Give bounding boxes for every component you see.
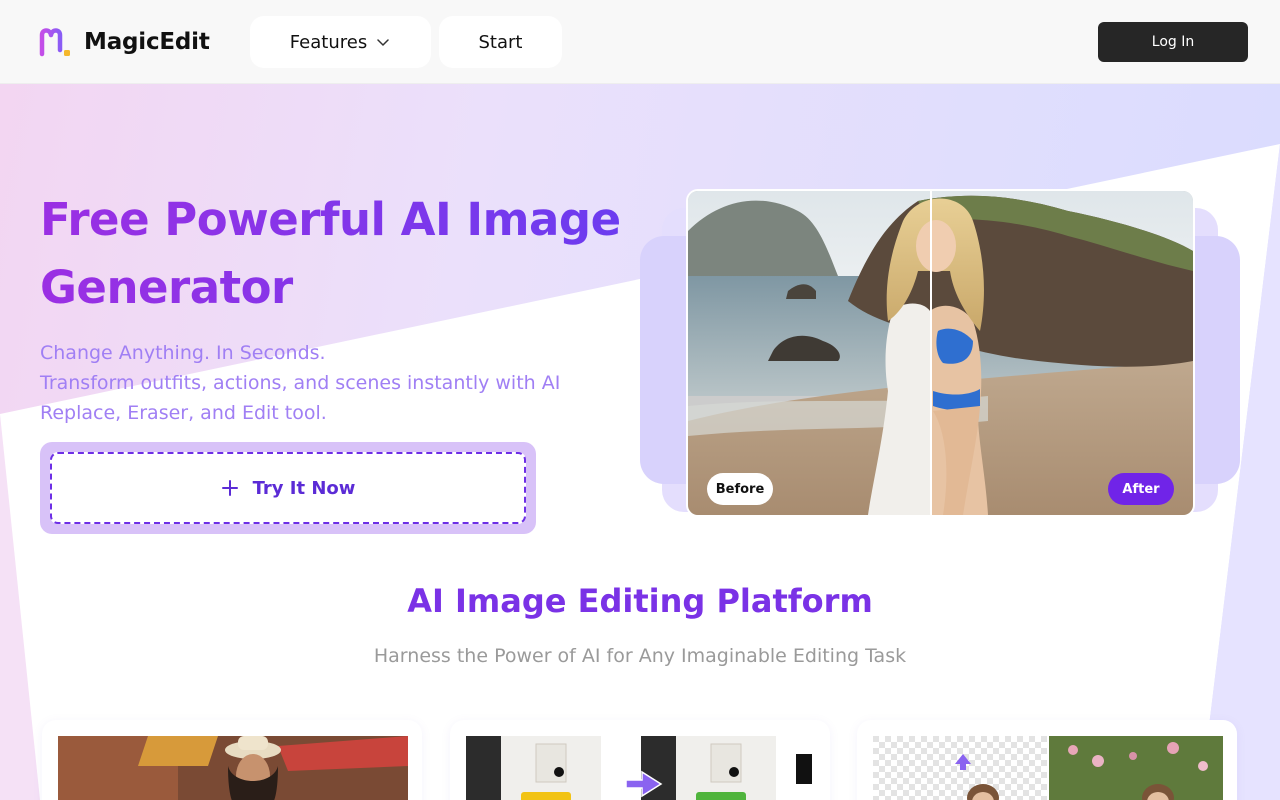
feature-card-replace[interactable] bbox=[42, 720, 422, 800]
feature-card-eraser[interactable] bbox=[857, 720, 1237, 800]
hero-subtitle-line-2: Transform outfits, actions, and scenes i… bbox=[40, 372, 561, 394]
brand-logo[interactable]: MagicEdit bbox=[38, 26, 210, 58]
nav-start-link[interactable]: Start bbox=[439, 16, 562, 68]
before-label: Before bbox=[707, 473, 773, 505]
try-it-now-button[interactable]: Try It Now bbox=[50, 452, 526, 524]
feature-card-edit[interactable] bbox=[450, 720, 830, 800]
comparison-image bbox=[688, 191, 1193, 515]
hero-subtitle: Change Anything. In Seconds. Transform o… bbox=[40, 338, 630, 428]
nav-features-label: Features bbox=[289, 31, 368, 53]
chevron-down-icon bbox=[377, 39, 389, 46]
hero-title-line-2: Generator bbox=[40, 261, 293, 314]
brand-name: MagicEdit bbox=[84, 29, 210, 55]
feature-card-image bbox=[873, 736, 1223, 800]
hero-subtitle-line-1: Change Anything. In Seconds. bbox=[40, 342, 326, 364]
platform-title: AI Image Editing Platform bbox=[407, 582, 873, 620]
feature-card-image bbox=[58, 736, 408, 800]
nav-start-label: Start bbox=[478, 31, 523, 53]
try-it-now-container: Try It Now bbox=[40, 442, 536, 534]
feature-card-image bbox=[466, 736, 816, 800]
try-it-now-label: Try It Now bbox=[252, 477, 356, 499]
login-button[interactable]: Log In bbox=[1098, 22, 1248, 62]
hero-title-line-1: Free Powerful AI Image bbox=[40, 193, 621, 246]
plus-icon bbox=[221, 480, 238, 496]
logo-icon bbox=[38, 26, 74, 58]
top-header: MagicEdit Features Start Log In bbox=[0, 0, 1280, 84]
nav-features-dropdown[interactable]: Features bbox=[250, 16, 431, 68]
after-label: After bbox=[1108, 473, 1174, 505]
hero-title: Free Powerful AI Image Generator bbox=[40, 186, 640, 322]
platform-subtitle: Harness the Power of AI for Any Imaginab… bbox=[373, 645, 907, 667]
before-after-comparison[interactable]: Before After bbox=[686, 189, 1195, 517]
hero-subtitle-line-3: Replace, Eraser, and Edit tool. bbox=[40, 402, 327, 424]
